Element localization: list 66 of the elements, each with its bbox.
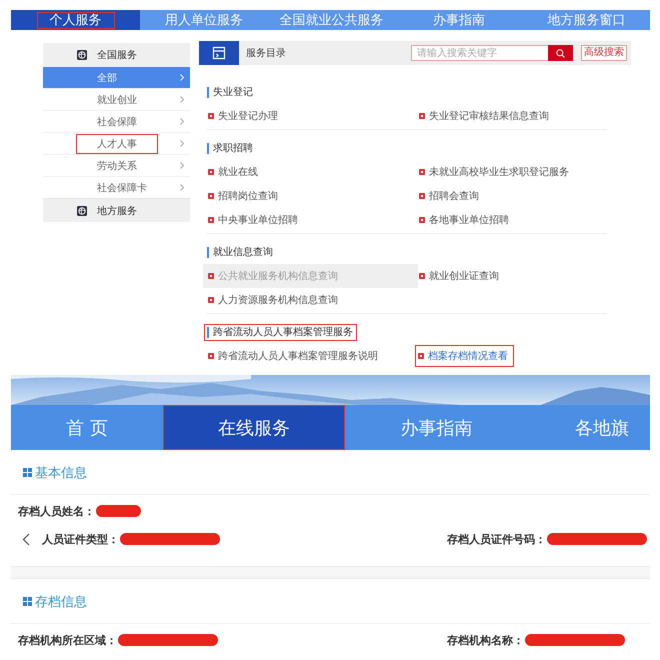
nav-tab[interactable]: 个人服务 [11,10,140,30]
search-button[interactable] [548,45,573,61]
grid-icon [23,597,32,606]
square-bullet-icon [419,113,425,119]
nav-tab[interactable]: 各地旗 [528,405,650,450]
search-field[interactable]: 请输入搜索关键字 [411,45,548,61]
chevron-right-icon [180,118,184,125]
nav-tab[interactable]: 地方服务窗口 [522,10,650,30]
chevron-left-icon[interactable] [22,532,30,546]
square-bullet-icon [208,113,214,119]
field-label: 存档机构所在区域： [18,632,117,648]
square-bullet-icon [419,217,425,223]
section-heading: 存档信息 [35,594,87,610]
square-bullet-icon [419,193,425,199]
grid-icon [23,468,32,477]
service-link[interactable]: 档案存档情况查看 [415,345,514,367]
service-link[interactable]: 招聘会查询 [418,184,481,208]
window-icon [199,41,239,65]
sidebar-item[interactable]: 全部 [43,66,190,88]
field-label: 存档机构名称： [447,632,524,648]
service-link[interactable]: 招聘岗位查询 [207,184,280,208]
square-bullet-icon [419,273,425,279]
square-bullet-icon [419,169,425,175]
service-link[interactable]: 失业登记审核结果信息查询 [418,104,551,128]
service-link[interactable]: 中央事业单位招聘 [207,208,300,232]
square-bullet-icon [208,273,214,279]
sidebar-group[interactable]: 地方服务 [43,198,190,222]
square-bullet-icon [208,217,214,223]
square-bullet-icon [208,353,214,359]
nav-tab[interactable]: 首 页 [11,405,163,450]
field-label: 存档人员证件号码： [447,532,546,546]
square-bullet-icon [208,193,214,199]
sidebar-item[interactable]: 人才人事 [43,132,190,154]
square-bullet-icon [208,297,214,303]
chevron-right-icon [180,74,184,81]
section-heading: 求职招聘 [204,140,257,156]
square-bullet-icon [208,169,214,175]
nav-tab[interactable]: 办事指南 [395,10,522,30]
field-label: 人员证件类型： [42,532,119,546]
search-icon [556,48,565,58]
globe-icon [77,206,87,216]
service-link[interactable]: 人力资源服务机构信息查询 [207,288,340,312]
service-link[interactable]: 就业在线 [207,160,260,184]
section-heading: 就业信息查询 [204,244,277,260]
section-heading: 失业登记 [204,84,257,100]
field-label: 存档人员姓名： [18,504,95,518]
nav-tab[interactable]: 在线服务 [163,405,345,450]
service-link[interactable]: 各地事业单位招聘 [418,208,511,232]
chevron-right-icon [180,184,184,191]
square-bullet-icon [418,353,424,359]
service-link[interactable]: 失业登记办理 [207,104,280,128]
nav-tab[interactable]: 办事指南 [345,405,528,450]
advanced-search-button[interactable]: 高级搜索 [581,45,627,61]
nav-tab[interactable]: 全国就业公共服务 [268,10,395,30]
service-link[interactable]: 跨省流动人员人事档案管理服务说明 [207,344,380,368]
catalog-title: 服务目录 [246,47,287,60]
chevron-right-icon [180,96,184,103]
service-link[interactable]: 未就业高校毕业生求职登记服务 [418,160,571,184]
chevron-right-icon [180,162,184,169]
section-heading: 基本信息 [35,464,87,482]
sidebar-group[interactable]: 全国服务 [43,43,190,66]
globe-icon [77,50,87,60]
nav-tab[interactable]: 用人单位服务 [140,10,268,30]
section-heading: 跨省流动人员人事档案管理服务 [204,324,357,340]
service-link[interactable]: 就业创业证查询 [418,264,501,288]
chevron-right-icon [180,140,184,147]
